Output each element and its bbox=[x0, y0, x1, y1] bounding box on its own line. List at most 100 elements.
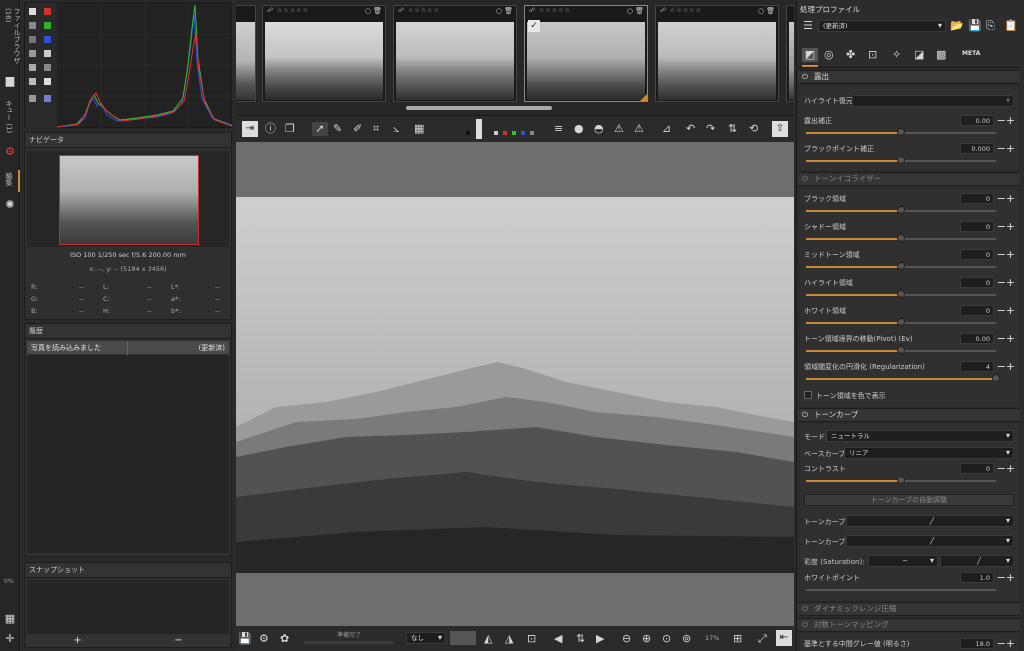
tab-file-browser[interactable]: ファイルブラウザ (16) bbox=[4, 8, 22, 68]
green-channel-icon[interactable] bbox=[44, 22, 51, 29]
black-stepper[interactable]: −+ bbox=[997, 142, 1015, 156]
tab-editor[interactable]: 編集 bbox=[4, 172, 14, 192]
nav-prev-image-icon[interactable]: ◭ bbox=[484, 632, 492, 646]
tone-eq-slider[interactable] bbox=[806, 294, 901, 296]
reject-icon[interactable]: ○ bbox=[758, 7, 764, 15]
info-icon[interactable]: ⓘ bbox=[265, 122, 276, 136]
straighten-icon[interactable]: ⦣ bbox=[393, 122, 399, 136]
grid-icon[interactable]: ▦ bbox=[3, 612, 17, 626]
tone-eq-slider-knob[interactable] bbox=[897, 290, 905, 298]
profile-list-icon[interactable]: ☰ bbox=[800, 19, 816, 33]
exposure-value[interactable]: 0.00 bbox=[960, 115, 994, 126]
gray-stepper[interactable]: −+ bbox=[997, 637, 1015, 651]
folder-icon[interactable]: ▆ bbox=[3, 74, 17, 88]
thumbnail[interactable]: ☍ ☆☆☆☆☆ ○ 🗑 bbox=[655, 5, 779, 102]
tone-eq-slider-knob[interactable] bbox=[897, 346, 905, 354]
tone-eq-stepper[interactable]: −+ bbox=[997, 192, 1015, 206]
contrast-slider-knob[interactable] bbox=[897, 476, 905, 484]
before-after-icon[interactable]: ❐ bbox=[285, 122, 295, 136]
waveform-icon[interactable] bbox=[29, 95, 36, 102]
thumbnail[interactable] bbox=[236, 5, 256, 102]
bg-white-icon[interactable] bbox=[494, 131, 498, 135]
pointer-icon[interactable] bbox=[29, 64, 36, 71]
chroma-icon[interactable] bbox=[44, 64, 51, 71]
histogram-mode-icon[interactable] bbox=[29, 8, 36, 15]
tone-eq-slider[interactable] bbox=[806, 350, 901, 352]
star-rating[interactable]: ☍ ☆☆☆☆☆ bbox=[398, 7, 440, 14]
exposure-slider-knob[interactable] bbox=[897, 128, 905, 136]
focus-mask-icon[interactable]: ≡ bbox=[554, 122, 563, 136]
focus-icon[interactable]: ● bbox=[574, 122, 584, 136]
reject-icon[interactable]: ○ bbox=[365, 7, 371, 15]
tone-eq-slider-knob[interactable] bbox=[897, 206, 905, 214]
next-icon[interactable]: ▶ bbox=[596, 632, 604, 646]
tone-eq-slider[interactable] bbox=[806, 322, 901, 324]
history-row[interactable]: 写真を読み込みました (更新済) bbox=[27, 341, 229, 355]
zoom-in-icon[interactable]: ⊕ bbox=[642, 632, 651, 646]
compass-icon[interactable]: ✛ bbox=[3, 632, 17, 646]
copy-profile-icon[interactable]: ⎘ bbox=[986, 19, 995, 33]
tab-advanced-icon[interactable]: ⊡ bbox=[868, 48, 877, 62]
nav-next-image-icon[interactable]: ◮ bbox=[505, 632, 513, 646]
color-picker-icon[interactable]: ✐ bbox=[353, 122, 362, 136]
curve2-select[interactable]: ╱ bbox=[846, 535, 1014, 547]
red-channel-preview-icon[interactable] bbox=[503, 131, 507, 135]
sync-icon[interactable]: ⊡ bbox=[527, 632, 536, 646]
tab-detail-icon[interactable]: ◎ bbox=[824, 48, 834, 62]
star-rating[interactable]: ☍ ☆☆☆☆☆ bbox=[529, 7, 571, 14]
exposure-slider[interactable] bbox=[806, 132, 901, 134]
exposure-stepper[interactable]: −+ bbox=[997, 114, 1015, 128]
gray-value[interactable]: 18.0 bbox=[960, 638, 994, 649]
trash-icon[interactable]: 🗑 bbox=[635, 7, 644, 15]
filmstrip-scrollbar[interactable] bbox=[406, 106, 552, 110]
contrast-value[interactable]: 0 bbox=[960, 463, 994, 474]
parade-icon[interactable] bbox=[44, 95, 51, 102]
previous-icon[interactable]: ◀ bbox=[554, 632, 562, 646]
tone-eq-slider[interactable] bbox=[806, 266, 901, 268]
rgb-bar-icon[interactable] bbox=[44, 78, 51, 85]
color-label-select[interactable] bbox=[450, 631, 476, 645]
tone-eq-slider[interactable] bbox=[806, 210, 901, 212]
tone-eq-slider-knob[interactable] bbox=[897, 318, 905, 326]
tab-queue[interactable]: キュー (1) bbox=[4, 100, 14, 140]
white-point-value[interactable]: 1.0 bbox=[960, 572, 994, 583]
aperture-icon[interactable]: ✺ bbox=[3, 198, 17, 212]
tone-eq-slider[interactable] bbox=[806, 378, 996, 380]
tone-eq-value[interactable]: 0.00 bbox=[960, 333, 994, 344]
section-log-tone-header[interactable]: ⏻ 対数トーンマッピング bbox=[798, 618, 1020, 632]
tone-eq-value[interactable]: 0 bbox=[960, 249, 994, 260]
white-balance-picker-icon[interactable]: ✎ bbox=[333, 122, 342, 136]
star-rating[interactable]: ☍ ☆☆☆☆☆ bbox=[267, 7, 309, 14]
sync-filmstrip-icon[interactable]: ⇅ bbox=[576, 632, 585, 646]
black-slider-knob[interactable] bbox=[897, 156, 905, 164]
base-curve-select[interactable]: リニア bbox=[844, 447, 1014, 459]
thumbnail-selected[interactable]: ☍ ☆☆☆☆☆ ○ 🗑 ✓ bbox=[524, 5, 648, 102]
flip-vertical-icon[interactable]: ⇅ bbox=[728, 122, 737, 136]
trash-icon[interactable]: 🗑 bbox=[766, 7, 775, 15]
reject-icon[interactable]: ○ bbox=[627, 7, 633, 15]
show-colors-checkbox[interactable] bbox=[804, 391, 812, 399]
mode-select[interactable]: ニュートラル bbox=[826, 430, 1014, 442]
tone-eq-value[interactable]: 0 bbox=[960, 277, 994, 288]
luminance-icon[interactable] bbox=[44, 50, 51, 57]
fullscreen-icon[interactable]: ⤢ bbox=[758, 632, 767, 646]
auto-tone-curve-button[interactable]: トーンカーブの自動調整 bbox=[804, 494, 1014, 506]
flip-horizontal-icon[interactable]: ⟲ bbox=[749, 122, 758, 136]
curve1-select[interactable]: ╱ bbox=[846, 515, 1014, 527]
star-rating[interactable]: ☍ ☆☆☆☆☆ bbox=[660, 7, 702, 14]
tab-locallab-icon[interactable]: ✧ bbox=[892, 48, 901, 62]
tone-eq-slider-knob[interactable] bbox=[897, 234, 905, 242]
tone-eq-value[interactable]: 0 bbox=[960, 193, 994, 204]
false-color-icon[interactable]: ◓ bbox=[594, 122, 604, 136]
scale-icon[interactable] bbox=[29, 36, 36, 43]
shadow-clip-warning-icon[interactable]: ⚠ bbox=[614, 122, 624, 136]
white-point-stepper[interactable]: −+ bbox=[997, 571, 1015, 585]
external-editor-icon[interactable]: ✿ bbox=[280, 632, 289, 646]
save-profile-icon[interactable]: 💾 bbox=[968, 19, 982, 33]
contrast-stepper[interactable]: −+ bbox=[997, 462, 1015, 476]
rotate-left-icon[interactable]: ↶ bbox=[686, 122, 695, 136]
trash-icon[interactable]: 🗑 bbox=[504, 7, 513, 15]
tab-color-icon[interactable]: ✤ bbox=[846, 48, 855, 62]
paste-profile-icon[interactable]: 📋 bbox=[1004, 19, 1018, 33]
raw-icon[interactable] bbox=[29, 22, 36, 29]
